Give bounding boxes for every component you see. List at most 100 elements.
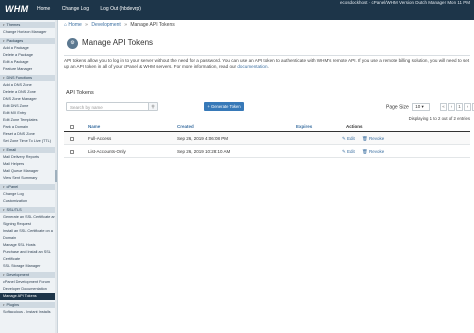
edit-label: Edit <box>347 136 355 141</box>
sidebar-item-ssl-storage-manager[interactable]: SSL Storage Manager <box>3 263 57 270</box>
page-title: Manage API Tokens <box>82 38 154 47</box>
breadcrumb: ⌂ Home » Development » Manage API Tokens <box>64 22 175 28</box>
whm-logo[interactable]: WHM <box>5 4 28 14</box>
sidebar-group-development[interactable]: ▾ Development <box>0 272 57 278</box>
chevron-down-icon: ▾ <box>3 273 5 277</box>
revoke-button[interactable]: 🗑 Revoke <box>362 136 384 142</box>
sidebar-item-park-a-domain[interactable]: Park a Domain <box>3 124 57 131</box>
sidebar-item-edit-dns-zone[interactable]: Edit DNS Zone <box>3 103 57 110</box>
home-icon[interactable]: ⌂ <box>64 22 67 28</box>
sidebar-item-mail-helpers[interactable]: Mail Helpers <box>3 161 57 168</box>
main-content: ⌂ Home » Development » Manage API Tokens… <box>58 20 474 333</box>
sidebar-item-set-zone-time-to-live-ttl[interactable]: Set Zone Time To Live (TTL) <box>3 138 57 145</box>
sidebar-item-reset-a-dns-zone[interactable]: Reset a DNS Zone <box>3 131 57 138</box>
sidebar-item-view-sent-summary[interactable]: View Sent Summary <box>3 175 57 182</box>
sidebar-item-dns-zone-manager[interactable]: DNS Zone Manager <box>3 96 57 103</box>
sidebar-item-delete-a-package[interactable]: Delete a Package <box>3 52 57 59</box>
sidebar-item-domain[interactable]: Domain <box>3 235 57 242</box>
token-created: Sep 26, 2019 10:28:10 AM <box>177 149 231 154</box>
pencil-icon: ✎ <box>342 149 346 154</box>
page-size-select[interactable]: 10 ▾ <box>412 103 431 111</box>
page-description: API tokens allow you to log in to your s… <box>64 58 470 70</box>
row-checkbox[interactable] <box>70 149 74 154</box>
sidebar-item-mail-queue-manager[interactable]: Mail Queue Manager <box>3 168 57 175</box>
page-size-value: 10 <box>415 104 421 109</box>
top-bar: WHM Home Change Log Log Out (hbdevrp) ec… <box>0 0 474 20</box>
sidebar-item-certificate[interactable]: Certificate <box>3 256 57 263</box>
sidebar-item-change-horizon-manager[interactable]: Change Horizon Manager <box>3 29 57 36</box>
chevron-down-icon: ▾ <box>3 76 5 80</box>
trash-icon: 🗑 <box>362 136 368 141</box>
edit-button[interactable]: ✎ Edit <box>342 136 355 142</box>
select-all-checkbox[interactable] <box>70 124 74 129</box>
top-nav-change-log[interactable]: Change Log <box>62 6 89 12</box>
pager-prev[interactable]: ‹ <box>448 103 455 111</box>
top-nav-home[interactable]: Home <box>37 6 50 12</box>
sidebar-group-label: DNS Functions <box>6 76 33 80</box>
sidebar-group-label: SSL/TLS <box>6 208 22 212</box>
plus-icon: + <box>207 104 210 109</box>
top-nav: Home Change Log Log Out (hbdevrp) <box>37 6 151 12</box>
pagination: «‹1›» <box>440 103 474 111</box>
sidebar-item-manage-ssl-hosts[interactable]: Manage SSL Hosts <box>3 242 57 249</box>
pager-next[interactable]: › <box>464 103 471 111</box>
generate-token-button[interactable]: + Generate Token <box>204 102 244 111</box>
pager-page-1[interactable]: 1 <box>456 103 463 111</box>
chevron-down-icon: ▾ <box>3 39 5 43</box>
sidebar-item-signing-request[interactable]: Signing Request <box>3 221 57 228</box>
sidebar-group-label: Email <box>6 148 17 152</box>
trash-icon: 🗑 <box>362 149 368 154</box>
row-checkbox[interactable] <box>70 136 74 141</box>
generate-token-label: Generate Token <box>210 104 241 109</box>
sidebar-item-developer-documentation[interactable]: Developer Documentation <box>3 286 57 293</box>
pager-first[interactable]: « <box>440 103 447 111</box>
server-info: ecosdockhost · cPanel/WHM Version Dutch … <box>340 0 470 5</box>
sidebar-item-edit-mx-entry[interactable]: Edit MX Entry <box>3 110 57 117</box>
sidebar: ▾ Themes Change Horizon Manager ▾ Packages Ad… <box>0 20 58 333</box>
sidebar-item-add-a-dns-zone[interactable]: Add a DNS Zone <box>3 82 57 89</box>
search-input[interactable]: Search by name <box>70 105 103 110</box>
sidebar-item-feature-manager[interactable]: Feature Manager <box>3 66 57 73</box>
edit-button[interactable]: ✎ Edit <box>342 149 355 155</box>
sidebar-item-manage-api-tokens[interactable]: Manage API Tokens <box>0 293 57 300</box>
sidebar-item-edit-zone-templates[interactable]: Edit Zone Templates <box>3 117 57 124</box>
sidebar-item-purchase-and-install-an-ssl[interactable]: Purchase and Install an SSL <box>3 249 57 256</box>
sidebar-group-themes[interactable]: ▾ Themes <box>0 22 57 28</box>
sidebar-item-mail-delivery-reports[interactable]: Mail Delivery Reports <box>3 154 57 161</box>
search-icon[interactable]: ⚲ <box>148 103 157 110</box>
page-header: ⚙ Manage API Tokens <box>64 34 470 55</box>
breadcrumb-section[interactable]: Development <box>91 22 120 28</box>
column-created[interactable]: Created <box>177 124 194 129</box>
sidebar-group-cpanel[interactable]: ▾ cPanel <box>0 184 57 190</box>
sidebar-item-change-log[interactable]: Change Log <box>3 191 57 198</box>
breadcrumb-home[interactable]: Home <box>68 22 81 28</box>
chevron-down-icon: ▾ <box>3 208 5 212</box>
column-expires[interactable]: Expires <box>296 124 312 129</box>
sidebar-item-customization[interactable]: Customization <box>3 198 57 205</box>
section-title: API Tokens <box>66 90 94 96</box>
column-actions: Actions <box>346 124 363 129</box>
sidebar-item-add-a-package[interactable]: Add a Package <box>3 45 57 52</box>
documentation-link[interactable]: documentation <box>237 64 267 69</box>
sidebar-group-dns-functions[interactable]: ▾ DNS Functions <box>0 75 57 81</box>
sidebar-item-cpanel-development-forum[interactable]: cPanel Development Forum <box>3 279 57 286</box>
chevron-down-icon: ▾ <box>3 303 5 307</box>
revoke-button[interactable]: 🗑 Revoke <box>362 149 384 155</box>
sidebar-group-plugins[interactable]: ▾ Plugins <box>0 302 57 308</box>
sidebar-group-packages[interactable]: ▾ Packages <box>0 38 57 44</box>
sidebar-item-delete-a-dns-zone[interactable]: Delete a DNS Zone <box>3 89 57 96</box>
table-row: Full-Access Sep 26, 2019 4:06:08 PM ✎ Ed… <box>64 132 470 145</box>
token-name: Full-Access <box>88 136 112 141</box>
sidebar-group-label: Packages <box>6 39 24 43</box>
sidebar-item-install-an-ssl-certificate-on-a[interactable]: Install an SSL Certificate on a <box>3 228 57 235</box>
search-box[interactable]: Search by name ⚲ <box>66 102 158 111</box>
sidebar-group-email[interactable]: ▾ Email <box>0 147 57 153</box>
column-name[interactable]: Name <box>88 124 100 129</box>
top-nav-logout[interactable]: Log Out (hbdevrp) <box>100 6 141 12</box>
sidebar-item-edit-a-package[interactable]: Edit a Package <box>3 59 57 66</box>
page-size: Page Size 10 ▾ <box>386 103 431 111</box>
entries-count: Displaying 1 to 2 out of 2 entries <box>408 116 470 121</box>
sidebar-item-generate-an-ssl-certificate-and[interactable]: Generate an SSL Certificate and <box>3 214 57 221</box>
sidebar-group-ssl-tls[interactable]: ▾ SSL/TLS <box>0 207 57 213</box>
sidebar-item-softaculous-instant-installs[interactable]: Softaculous - Instant Installs <box>3 309 57 316</box>
